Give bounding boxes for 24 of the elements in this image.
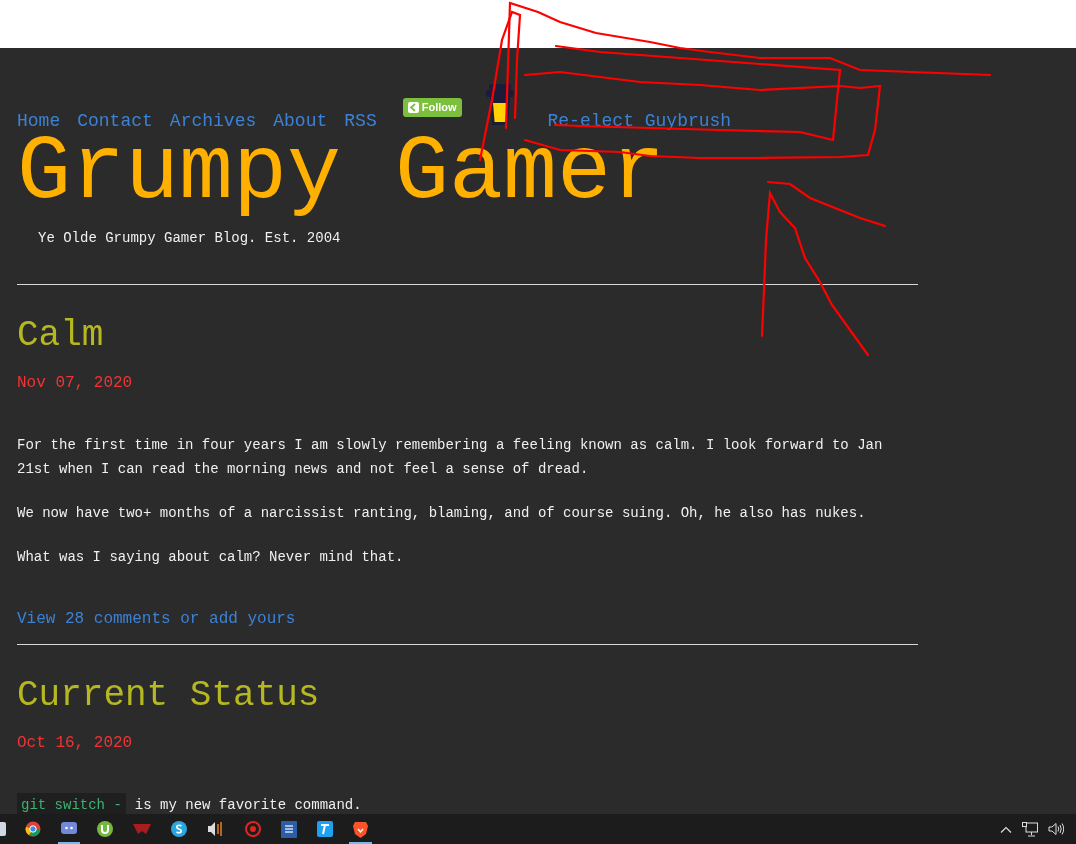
post-paragraph: is my new favorite command. (134, 796, 362, 814)
inline-code: git switch - (17, 793, 126, 814)
follow-button[interactable]: Follow (402, 98, 462, 117)
torrent-app-icon[interactable] (97, 821, 113, 837)
post-title[interactable]: Current Status (17, 676, 320, 716)
post-paragraph: We now have two+ months of a narcissist ranting, blaming, and of course suing. Oh, he also has nukes. (17, 504, 867, 523)
chat-app-icon[interactable] (61, 822, 77, 836)
post-date: Oct 16, 2020 (17, 733, 133, 754)
network-icon[interactable] (1022, 821, 1038, 837)
volume-icon[interactable] (1048, 822, 1064, 836)
speaker-app-icon[interactable] (207, 821, 225, 837)
browser-icon[interactable] (25, 821, 41, 837)
lion-browser-icon[interactable] (353, 820, 368, 838)
post-date: Nov 07, 2020 (17, 373, 133, 394)
post-paragraph: What was I saying about calm? Never mind that. (17, 548, 405, 567)
site-tagline: Ye Olde Grumpy Gamer Blog. Est. 2004 (38, 229, 341, 248)
database-app-icon[interactable] (281, 820, 297, 838)
post-paragraph: For the first time in four years I am slowly remembering a feeling known as calm. I look forward to Jan 21st when I can read the morning news and not feel a sense of dread. (17, 436, 884, 479)
skype-icon[interactable] (171, 821, 187, 837)
text-app-icon[interactable] (317, 821, 333, 837)
chevron-up-icon[interactable] (1000, 825, 1012, 833)
feed-icon (407, 102, 419, 113)
comments-link[interactable]: View 28 comments or add yours (17, 607, 296, 631)
post-title[interactable]: Calm (17, 316, 104, 356)
